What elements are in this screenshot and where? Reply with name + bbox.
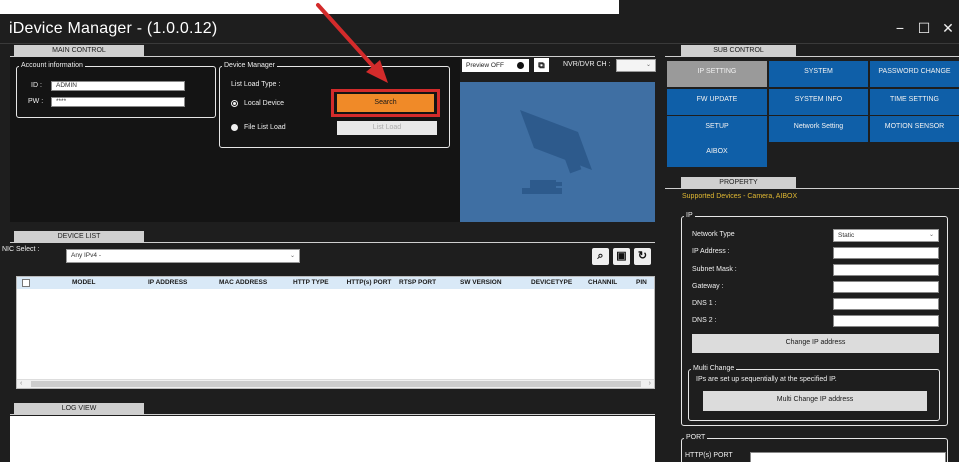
chevron-down-icon: ⌄ <box>928 232 934 238</box>
supported-devices-text: Supported Devices - Camera, AIBOX <box>682 193 798 200</box>
close-icon[interactable]: ✕ <box>941 20 955 36</box>
tab-device-list[interactable]: DEVICE LIST <box>14 231 144 242</box>
network-setting-button[interactable]: Network Setting <box>769 116 868 142</box>
property-divider <box>665 188 959 189</box>
http-port-label: HTTP(s) PORT <box>685 452 733 459</box>
minimize-icon[interactable]: − <box>893 20 907 36</box>
file-list-load-radio[interactable] <box>231 124 238 131</box>
column-header[interactable]: CHANNIL <box>588 277 617 289</box>
tab-main-control[interactable]: MAIN CONTROL <box>14 45 144 56</box>
column-header[interactable]: IP ADDRESS <box>148 277 187 289</box>
scroll-right-icon[interactable]: › <box>649 380 651 388</box>
account-info-legend: Account information <box>19 61 85 71</box>
subnet-mask-label: Subnet Mask : <box>692 266 737 273</box>
device-list-divider <box>10 242 655 243</box>
window-controls: − ☐ ✕ <box>893 20 955 36</box>
device-manager-legend: Device Manager <box>222 61 277 71</box>
dns2-label: DNS 2 : <box>692 317 717 324</box>
title-bar: iDevice Manager - (1.0.0.12) − ☐ ✕ <box>0 14 959 44</box>
network-type-value: Static <box>838 232 855 239</box>
popout-icon[interactable]: ⧉ <box>534 58 549 72</box>
chevron-down-icon: ⌄ <box>289 253 295 259</box>
multi-change-description: IPs are set up sequentially at the speci… <box>696 376 837 383</box>
search-button[interactable]: Search <box>337 94 434 112</box>
tab-sub-control[interactable]: SUB CONTROL <box>681 45 796 56</box>
gateway-label: Gateway : <box>692 283 724 290</box>
column-header[interactable]: HTTP(s) PORT <box>342 277 396 289</box>
aibox-button[interactable]: AIBOX <box>667 141 767 167</box>
http-port-input[interactable] <box>750 452 946 462</box>
time-setting-button[interactable]: TIME SETTING <box>870 89 959 115</box>
column-header[interactable]: SW VERSION <box>460 277 502 289</box>
horizontal-scrollbar[interactable]: ‹ › <box>17 379 654 388</box>
multi-change-legend: Multi Change <box>691 364 737 374</box>
ip-setting-button[interactable]: IP SETTING <box>667 61 767 87</box>
scrollbar-thumb[interactable] <box>31 381 641 387</box>
column-header[interactable]: PIN <box>636 277 647 289</box>
device-list-table: MODEL IP ADDRESS MAC ADDRESS HTTP TYPE H… <box>16 276 655 389</box>
setup-button[interactable]: SETUP <box>667 116 767 142</box>
network-type-label: Network Type <box>692 231 735 238</box>
refresh-icon[interactable]: ↻ <box>634 248 651 265</box>
id-label: ID : <box>31 82 42 89</box>
search-icon[interactable]: ⌕ <box>592 248 609 265</box>
nic-select-label: NIC Select : <box>2 246 40 253</box>
column-header[interactable]: MODEL <box>72 277 95 289</box>
column-header[interactable]: RTSP PORT <box>399 277 436 289</box>
change-ip-button[interactable]: Change IP address <box>692 334 939 353</box>
network-type-select[interactable]: Static ⌄ <box>833 229 939 242</box>
port-legend: PORT <box>684 433 708 443</box>
sub-control-divider <box>665 56 959 57</box>
column-header[interactable]: HTTP TYPE <box>293 277 329 289</box>
pw-label: PW : <box>28 98 44 105</box>
local-device-radio[interactable] <box>231 100 238 107</box>
toggle-dot-icon <box>517 62 524 69</box>
id-input[interactable]: ADMIN <box>51 81 185 91</box>
list-load-type-label: List Load Type : <box>231 81 281 88</box>
ip-address-input[interactable] <box>833 247 939 259</box>
preview-toggle-label: Preview OFF <box>466 62 504 69</box>
subnet-mask-input[interactable] <box>833 264 939 276</box>
dns2-input[interactable] <box>833 315 939 327</box>
preview-area <box>460 82 655 222</box>
chevron-down-icon: ⌄ <box>645 62 651 68</box>
scroll-left-icon[interactable]: ‹ <box>20 380 22 388</box>
multi-change-ip-button[interactable]: Multi Change IP address <box>703 391 927 411</box>
column-header[interactable]: MAC ADDRESS <box>219 277 267 289</box>
window-title: iDevice Manager - (1.0.0.12) <box>9 20 218 37</box>
nic-select[interactable]: Any IPv4 - ⌄ <box>66 249 300 263</box>
account-info-group: Account information <box>16 61 216 118</box>
preview-toggle[interactable]: Preview OFF <box>462 59 529 72</box>
top-white-area <box>0 0 619 14</box>
camera-placeholder-icon <box>520 110 592 194</box>
dns1-label: DNS 1 : <box>692 300 717 307</box>
device-list-header: MODEL IP ADDRESS MAC ADDRESS HTTP TYPE H… <box>17 277 654 289</box>
nic-select-value: Any IPv4 - <box>71 252 101 259</box>
pw-input[interactable]: **** <box>51 97 185 107</box>
save-icon[interactable]: ▣ <box>613 248 630 265</box>
maximize-icon[interactable]: ☐ <box>917 20 931 36</box>
ip-address-label: IP Address : <box>692 248 730 255</box>
local-device-label: Local Device <box>244 100 285 107</box>
tab-property[interactable]: PROPERTY <box>681 177 796 188</box>
list-load-button[interactable]: List Load <box>337 121 437 135</box>
motion-sensor-button[interactable]: MOTION SENSOR <box>870 116 959 142</box>
nvr-ch-select[interactable]: ⌄ <box>616 59 656 72</box>
ip-legend: IP <box>684 211 695 221</box>
log-view-area[interactable] <box>10 416 655 462</box>
system-info-button[interactable]: SYSTEM INFO <box>769 89 868 115</box>
column-header[interactable]: DEVICETYPE <box>531 277 572 289</box>
app-window: iDevice Manager - (1.0.0.12) − ☐ ✕ MAIN … <box>0 0 959 462</box>
password-change-button[interactable]: PASSWORD CHANGE <box>870 61 959 87</box>
system-button[interactable]: SYSTEM <box>769 61 868 87</box>
tab-log-view[interactable]: LOG VIEW <box>14 403 144 414</box>
nvr-ch-label: NVR/DVR CH : <box>563 61 611 68</box>
gateway-input[interactable] <box>833 281 939 293</box>
file-list-load-label: File List Load <box>244 124 286 131</box>
select-all-checkbox[interactable] <box>22 279 30 287</box>
fw-update-button[interactable]: FW UPDATE <box>667 89 767 115</box>
log-view-divider <box>10 414 655 415</box>
dns1-input[interactable] <box>833 298 939 310</box>
